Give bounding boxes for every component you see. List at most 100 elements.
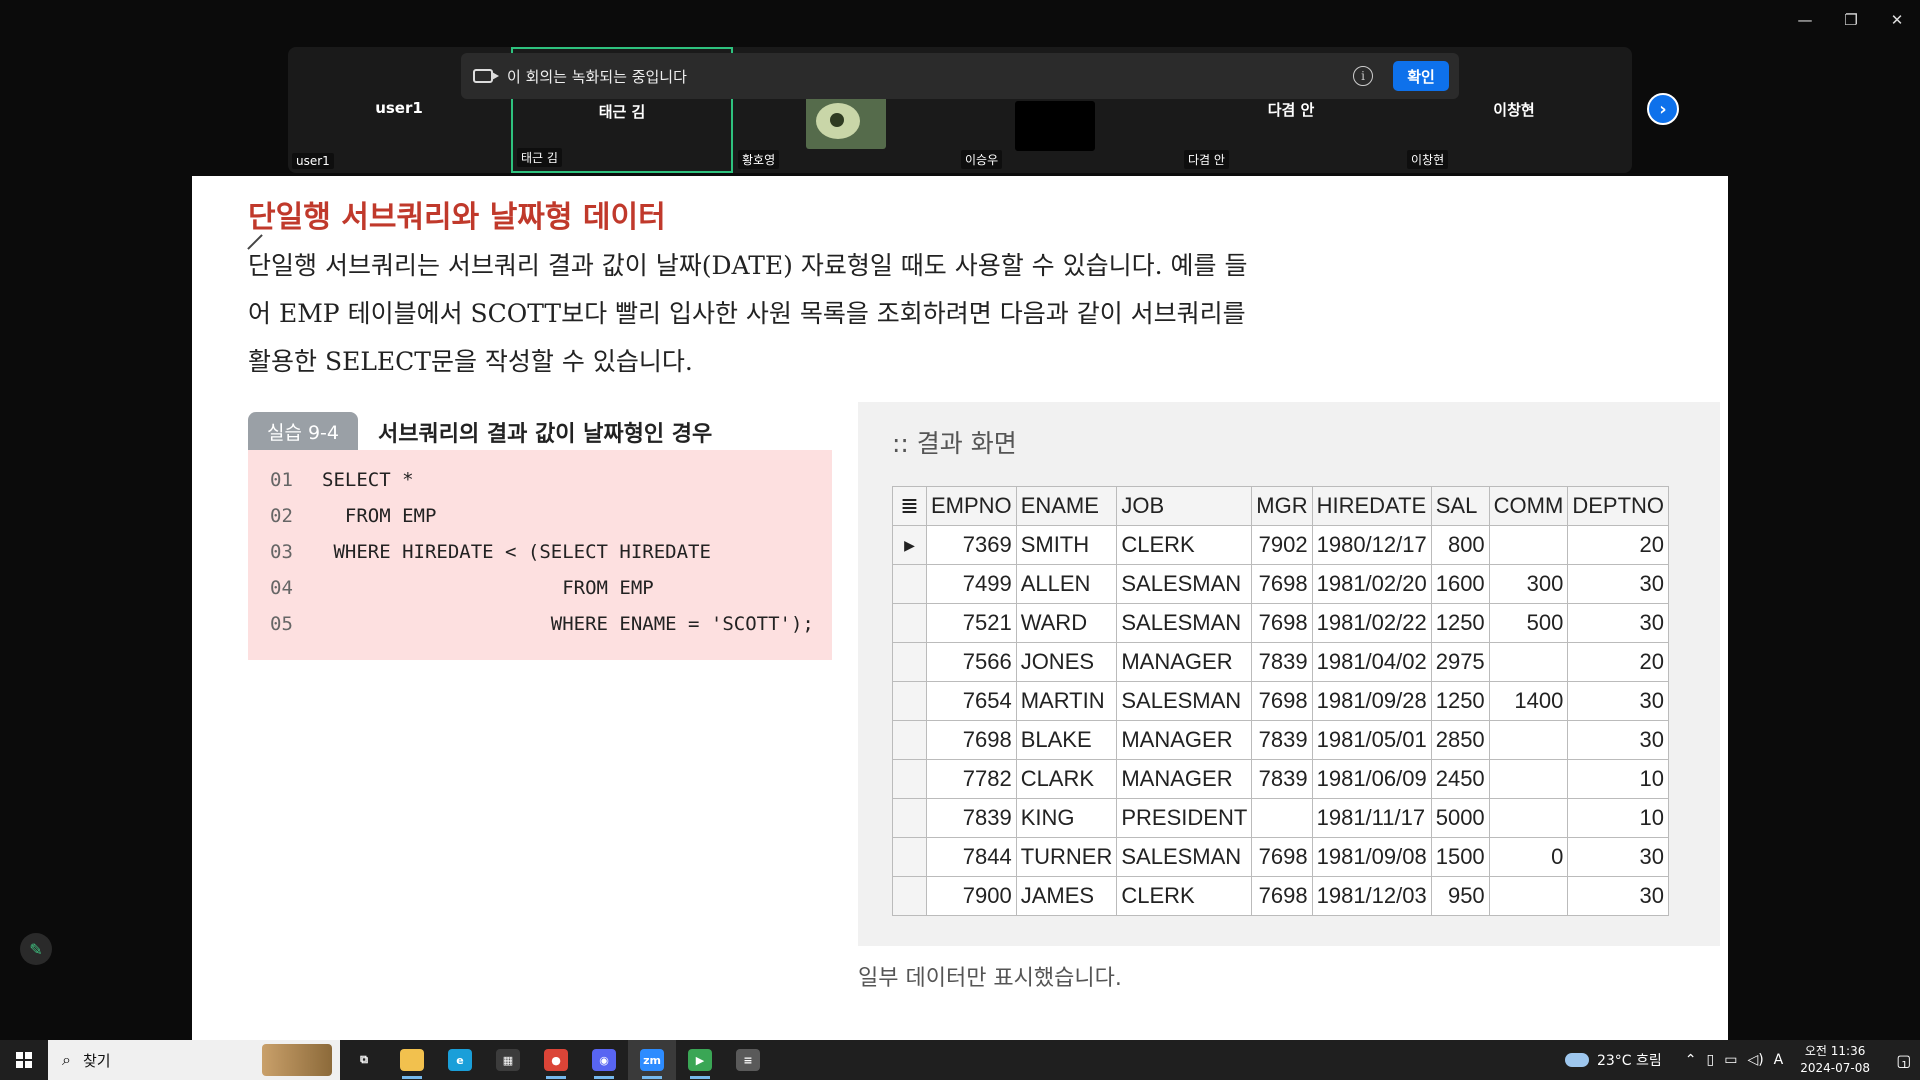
table-cell: 7698 [1251,603,1313,643]
edge-icon: e [448,1049,472,1071]
column-header: ENAME [1015,486,1118,526]
table-cell: 7499 [926,564,1017,604]
table-row[interactable]: 7839 KING PRESIDENT 1981/11/17 5000 10 [892,798,1670,838]
device-icon[interactable]: ▯ [1706,1052,1714,1068]
ime-indicator[interactable]: A [1774,1052,1784,1068]
table-cell: 7782 [926,759,1017,799]
table-cell: 7698 [1251,876,1313,916]
edge-taskbar-button[interactable]: e [436,1040,484,1080]
table-cell: 7369 [926,525,1017,565]
column-header: SAL [1430,486,1490,526]
taskbar-search[interactable]: ⌕ 찾기 [48,1040,340,1080]
lab-tag: 실습 9-4 [248,412,358,450]
volume-icon[interactable]: ◁) [1747,1052,1763,1068]
table-cell: 30 [1567,564,1670,604]
store-taskbar-button[interactable]: ▦ [484,1040,532,1080]
row-selector[interactable] [892,603,927,643]
table-cell: 20 [1567,525,1670,565]
notification-count: 1 [1901,1059,1908,1071]
table-cell: 1981/09/08 [1311,837,1432,877]
row-selector[interactable] [892,798,927,838]
table-row[interactable]: 7654 MARTIN SALESMAN 7698 1981/09/28 1250 1400… [892,681,1670,721]
start-button[interactable] [0,1040,48,1080]
code-line: 05 WHERE ENAME = 'SCOTT'); [270,606,814,642]
code-line: 04 FROM EMP [270,570,654,606]
weather-widget[interactable]: 23°C 흐림 [1564,1050,1662,1070]
row-selector-header-icon: ≣ [892,486,927,526]
next-page-button[interactable]: › [1647,93,1679,125]
participant-label: 이창현 [1407,150,1449,169]
line-number: 02 [270,505,293,527]
table-row[interactable]: 7698 BLAKE MANAGER 7839 1981/05/01 2850 30 [892,720,1670,760]
close-button[interactable]: ✕ [1874,0,1920,40]
line-number: 05 [270,613,293,635]
code-line: 02 FROM EMP [270,498,436,534]
table-row[interactable]: 7900 JAMES CLERK 7698 1981/12/03 950 30 [892,876,1670,916]
row-selector[interactable] [892,876,927,916]
media-app-taskbar-button[interactable]: ▶ [676,1040,724,1080]
document-app-taskbar-button[interactable]: ≡ [724,1040,772,1080]
chrome-taskbar-button[interactable]: ● [532,1040,580,1080]
table-row[interactable]: 7844 TURNER SALESMAN 7698 1981/09/08 1500 0 30 [892,837,1670,877]
table-cell: MANAGER [1116,759,1253,799]
table-cell [1488,876,1569,916]
table-cell: 7698 [1251,837,1313,877]
row-selector[interactable] [892,642,927,682]
clock-date: 2024-07-08 [1800,1061,1870,1075]
table-cell: SALESMAN [1116,681,1253,721]
table-cell: 1981/02/20 [1311,564,1432,604]
table-cell: 1250 [1430,681,1490,721]
table-cell: ALLEN [1015,564,1118,604]
table-cell: 7698 [926,720,1017,760]
chevron-up-icon[interactable]: ⌃ [1685,1052,1697,1068]
store-icon: ▦ [496,1049,520,1071]
row-selector[interactable] [892,681,927,721]
windows-logo-icon [16,1052,32,1068]
participant-video [1015,101,1095,151]
network-icon[interactable]: ▭ [1724,1052,1737,1068]
zoom-taskbar-button[interactable]: zm [628,1040,676,1080]
table-row[interactable]: 7499 ALLEN SALESMAN 7698 1981/02/20 1600 300 30 [892,564,1670,604]
taskbar: ⌕ 찾기 ⧉ e ▦ ● ◉ zm ▶ ≡ 23°C 흐림 ⌃ ▯ ▭ ◁) A 오전 11:… [0,1040,1920,1080]
code-block: 01 SELECT * 02 FROM EMP 03 WHERE HIREDATE… [248,450,832,660]
annotate-icon[interactable]: ✎ [20,933,52,965]
participant-video [806,95,886,149]
table-cell: SALESMAN [1116,564,1253,604]
clock[interactable]: 오전 11:36 2024-07-08 [1800,1043,1870,1077]
file-explorer-taskbar-button[interactable] [388,1040,436,1080]
confirm-button[interactable]: 확인 [1393,61,1449,91]
table-cell: 30 [1567,720,1670,760]
column-header: JOB [1116,486,1253,526]
table-row[interactable]: 7521 WARD SALESMAN 7698 1981/02/22 1250 500 30 [892,603,1670,643]
table-cell: CLERK [1116,525,1253,565]
row-selector[interactable] [892,759,927,799]
participant-label: user1 [292,153,334,169]
window-controls: — ❐ ✕ [1782,0,1920,40]
lab-title: 서브쿼리의 결과 값이 날짜형인 경우 [378,422,713,447]
row-selector[interactable] [892,720,927,760]
table-cell: 500 [1488,603,1569,643]
table-cell: MANAGER [1116,720,1253,760]
table-row[interactable]: 7566 JONES MANAGER 7839 1981/04/02 2975 20 [892,642,1670,682]
table-row[interactable]: ▶ 7369 SMITH CLERK 7902 1980/12/17 800 20 [892,525,1670,565]
current-row-indicator-icon[interactable]: ▶ [892,525,927,565]
minimize-button[interactable]: — [1782,0,1828,40]
code-text: SELECT * [322,469,414,491]
table-row[interactable]: 7782 CLARK MANAGER 7839 1981/06/09 2450 10 [892,759,1670,799]
table-cell: SALESMAN [1116,837,1253,877]
discord-icon: ◉ [592,1049,616,1071]
recording-message: 이 회의는 녹화되는 중입니다 [507,67,687,86]
row-selector[interactable] [892,564,927,604]
participant-label: 이승우 [961,150,1003,169]
notification-button[interactable]: ▢ 1 [1884,1040,1920,1080]
row-selector[interactable] [892,837,927,877]
discord-taskbar-button[interactable]: ◉ [580,1040,628,1080]
task-view-taskbar-button[interactable]: ⧉ [340,1040,388,1080]
restore-button[interactable]: ❐ [1828,0,1874,40]
table-cell: 7839 [1251,642,1313,682]
table-cell: 7900 [926,876,1017,916]
search-label: 찾기 [82,1051,111,1070]
table-cell: 7698 [1251,564,1313,604]
info-icon[interactable]: i [1353,66,1373,86]
media-app-icon: ▶ [688,1049,712,1071]
